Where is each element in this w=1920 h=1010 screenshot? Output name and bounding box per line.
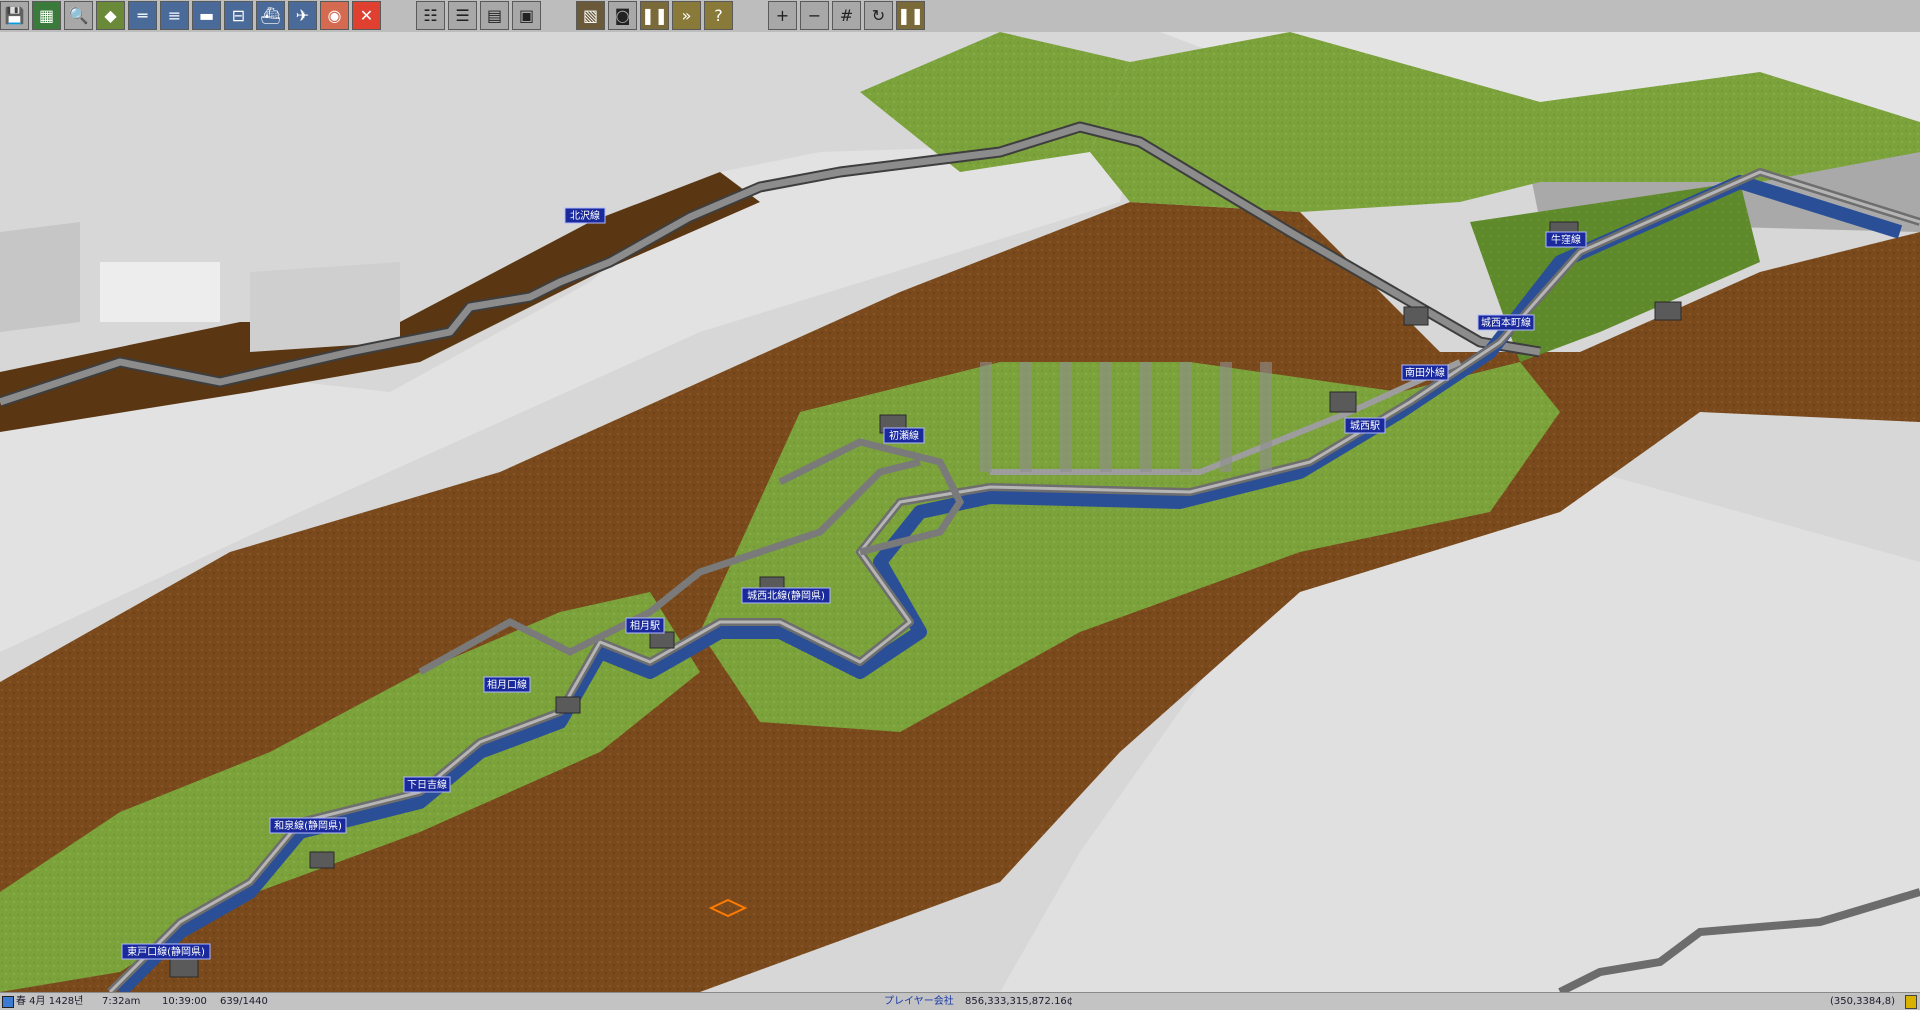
terrain-icon[interactable]: ◆	[96, 1, 125, 30]
status-bar: 春 4月 1428년 7:32am 10:39:00 639/1440 プレイヤ…	[0, 992, 1920, 1010]
air-icon[interactable]: ✈	[288, 1, 317, 30]
game-map-viewport[interactable]: 北沢線 牛窪線 城西本町線 南田外線 城西駅 初瀬線 城西北線(静岡県) 相月駅…	[0, 32, 1920, 992]
station-label-text: 東戸口線(静岡県)	[127, 945, 205, 958]
station-label-text: 牛窪線	[1551, 233, 1581, 246]
station-label[interactable]: 南田外線	[1401, 364, 1449, 381]
station-label[interactable]: 東戸口線(静岡県)	[121, 943, 211, 960]
help-icon[interactable]: ?	[704, 1, 733, 30]
station-label[interactable]: 下日吉線	[403, 776, 451, 793]
season-icon	[2, 996, 14, 1008]
station-label-text: 和泉線(静岡県)	[274, 819, 342, 832]
station-label[interactable]: 城西本町線	[1477, 314, 1535, 331]
screenshot-icon[interactable]: ◙	[608, 1, 637, 30]
tick-counter: 639/1440	[220, 996, 268, 1007]
money-display: 856,333,315,872.16¢	[965, 996, 1074, 1007]
remove-icon[interactable]: ✕	[352, 1, 381, 30]
main-toolbar: 💾 ▦ 🔍 ◆ ═ ≡ ▬ ⊟ ⛴ ✈ ◉ ✕ ☷ ☰ ▤ ▣ ▧ ◙ ❚❚»? + − # ↻ ❚❚	[0, 0, 1920, 33]
station-label[interactable]: 牛窪線	[1545, 231, 1587, 248]
station-label-text: 相月口線	[487, 678, 527, 691]
mini-map-icon[interactable]: ▧	[576, 1, 605, 30]
ship-icon[interactable]: ⛴	[256, 1, 285, 30]
station-label-text: 北沢線	[570, 209, 600, 222]
pause-indicator-icon[interactable]: ❚❚	[896, 1, 925, 30]
station-label[interactable]: 相月駅	[625, 617, 665, 634]
station-label[interactable]: 城西北線(静岡県)	[741, 587, 831, 604]
snow-blocks	[250, 262, 400, 352]
station-label-text: 相月駅	[630, 619, 660, 632]
station-label-text: 下日吉線	[407, 778, 447, 791]
finance-icon[interactable]: ▤	[480, 1, 509, 30]
station-label-text: 南田外線	[1405, 366, 1445, 379]
station-label[interactable]: 相月口線	[483, 676, 531, 693]
map-overview-icon[interactable]: ▦	[32, 1, 61, 30]
pause-icon[interactable]: ❚❚	[640, 1, 669, 30]
fast-forward-icon[interactable]: »	[672, 1, 701, 30]
info-icon[interactable]: ▣	[512, 1, 541, 30]
cursor-coordinates: (350,3384,8)	[1830, 996, 1896, 1007]
station-label-text: 城西北線(静岡県)	[747, 589, 825, 602]
snow-blocks	[100, 262, 220, 322]
zoom-out-icon[interactable]: −	[800, 1, 829, 30]
grid-icon[interactable]: #	[832, 1, 861, 30]
tram-icon[interactable]: ⊟	[224, 1, 253, 30]
station-label-text: 城西駅	[1350, 420, 1380, 432]
station-label-text: 城西本町線	[1481, 316, 1531, 329]
monorail-icon[interactable]: ≡	[160, 1, 189, 30]
station-label[interactable]: 北沢線	[564, 207, 606, 224]
real-clock: 10:39:00	[162, 996, 207, 1007]
zoom-in-icon[interactable]: +	[768, 1, 797, 30]
road-icon[interactable]: ▬	[192, 1, 221, 30]
special-icon[interactable]: ◉	[320, 1, 349, 30]
snow-blocks	[0, 222, 80, 332]
station-label-text: 初瀬線	[889, 429, 919, 442]
game-time: 7:32am	[102, 996, 141, 1007]
rotate-icon[interactable]: ↻	[864, 1, 893, 30]
station-label[interactable]: 和泉線(静岡県)	[269, 817, 347, 834]
station-label[interactable]: 初瀬線	[883, 427, 925, 444]
magnify-icon[interactable]: 🔍	[64, 1, 93, 30]
station-label[interactable]: 城西駅	[1344, 417, 1386, 434]
game-date: 春 4月 1428년	[16, 996, 84, 1007]
warning-icon	[1905, 995, 1917, 1009]
save-icon[interactable]: 💾	[0, 1, 29, 30]
list-icon[interactable]: ☰	[448, 1, 477, 30]
rail-icon[interactable]: ═	[128, 1, 157, 30]
lines-icon[interactable]: ☷	[416, 1, 445, 30]
company-name: プレイヤー会社	[884, 996, 954, 1007]
